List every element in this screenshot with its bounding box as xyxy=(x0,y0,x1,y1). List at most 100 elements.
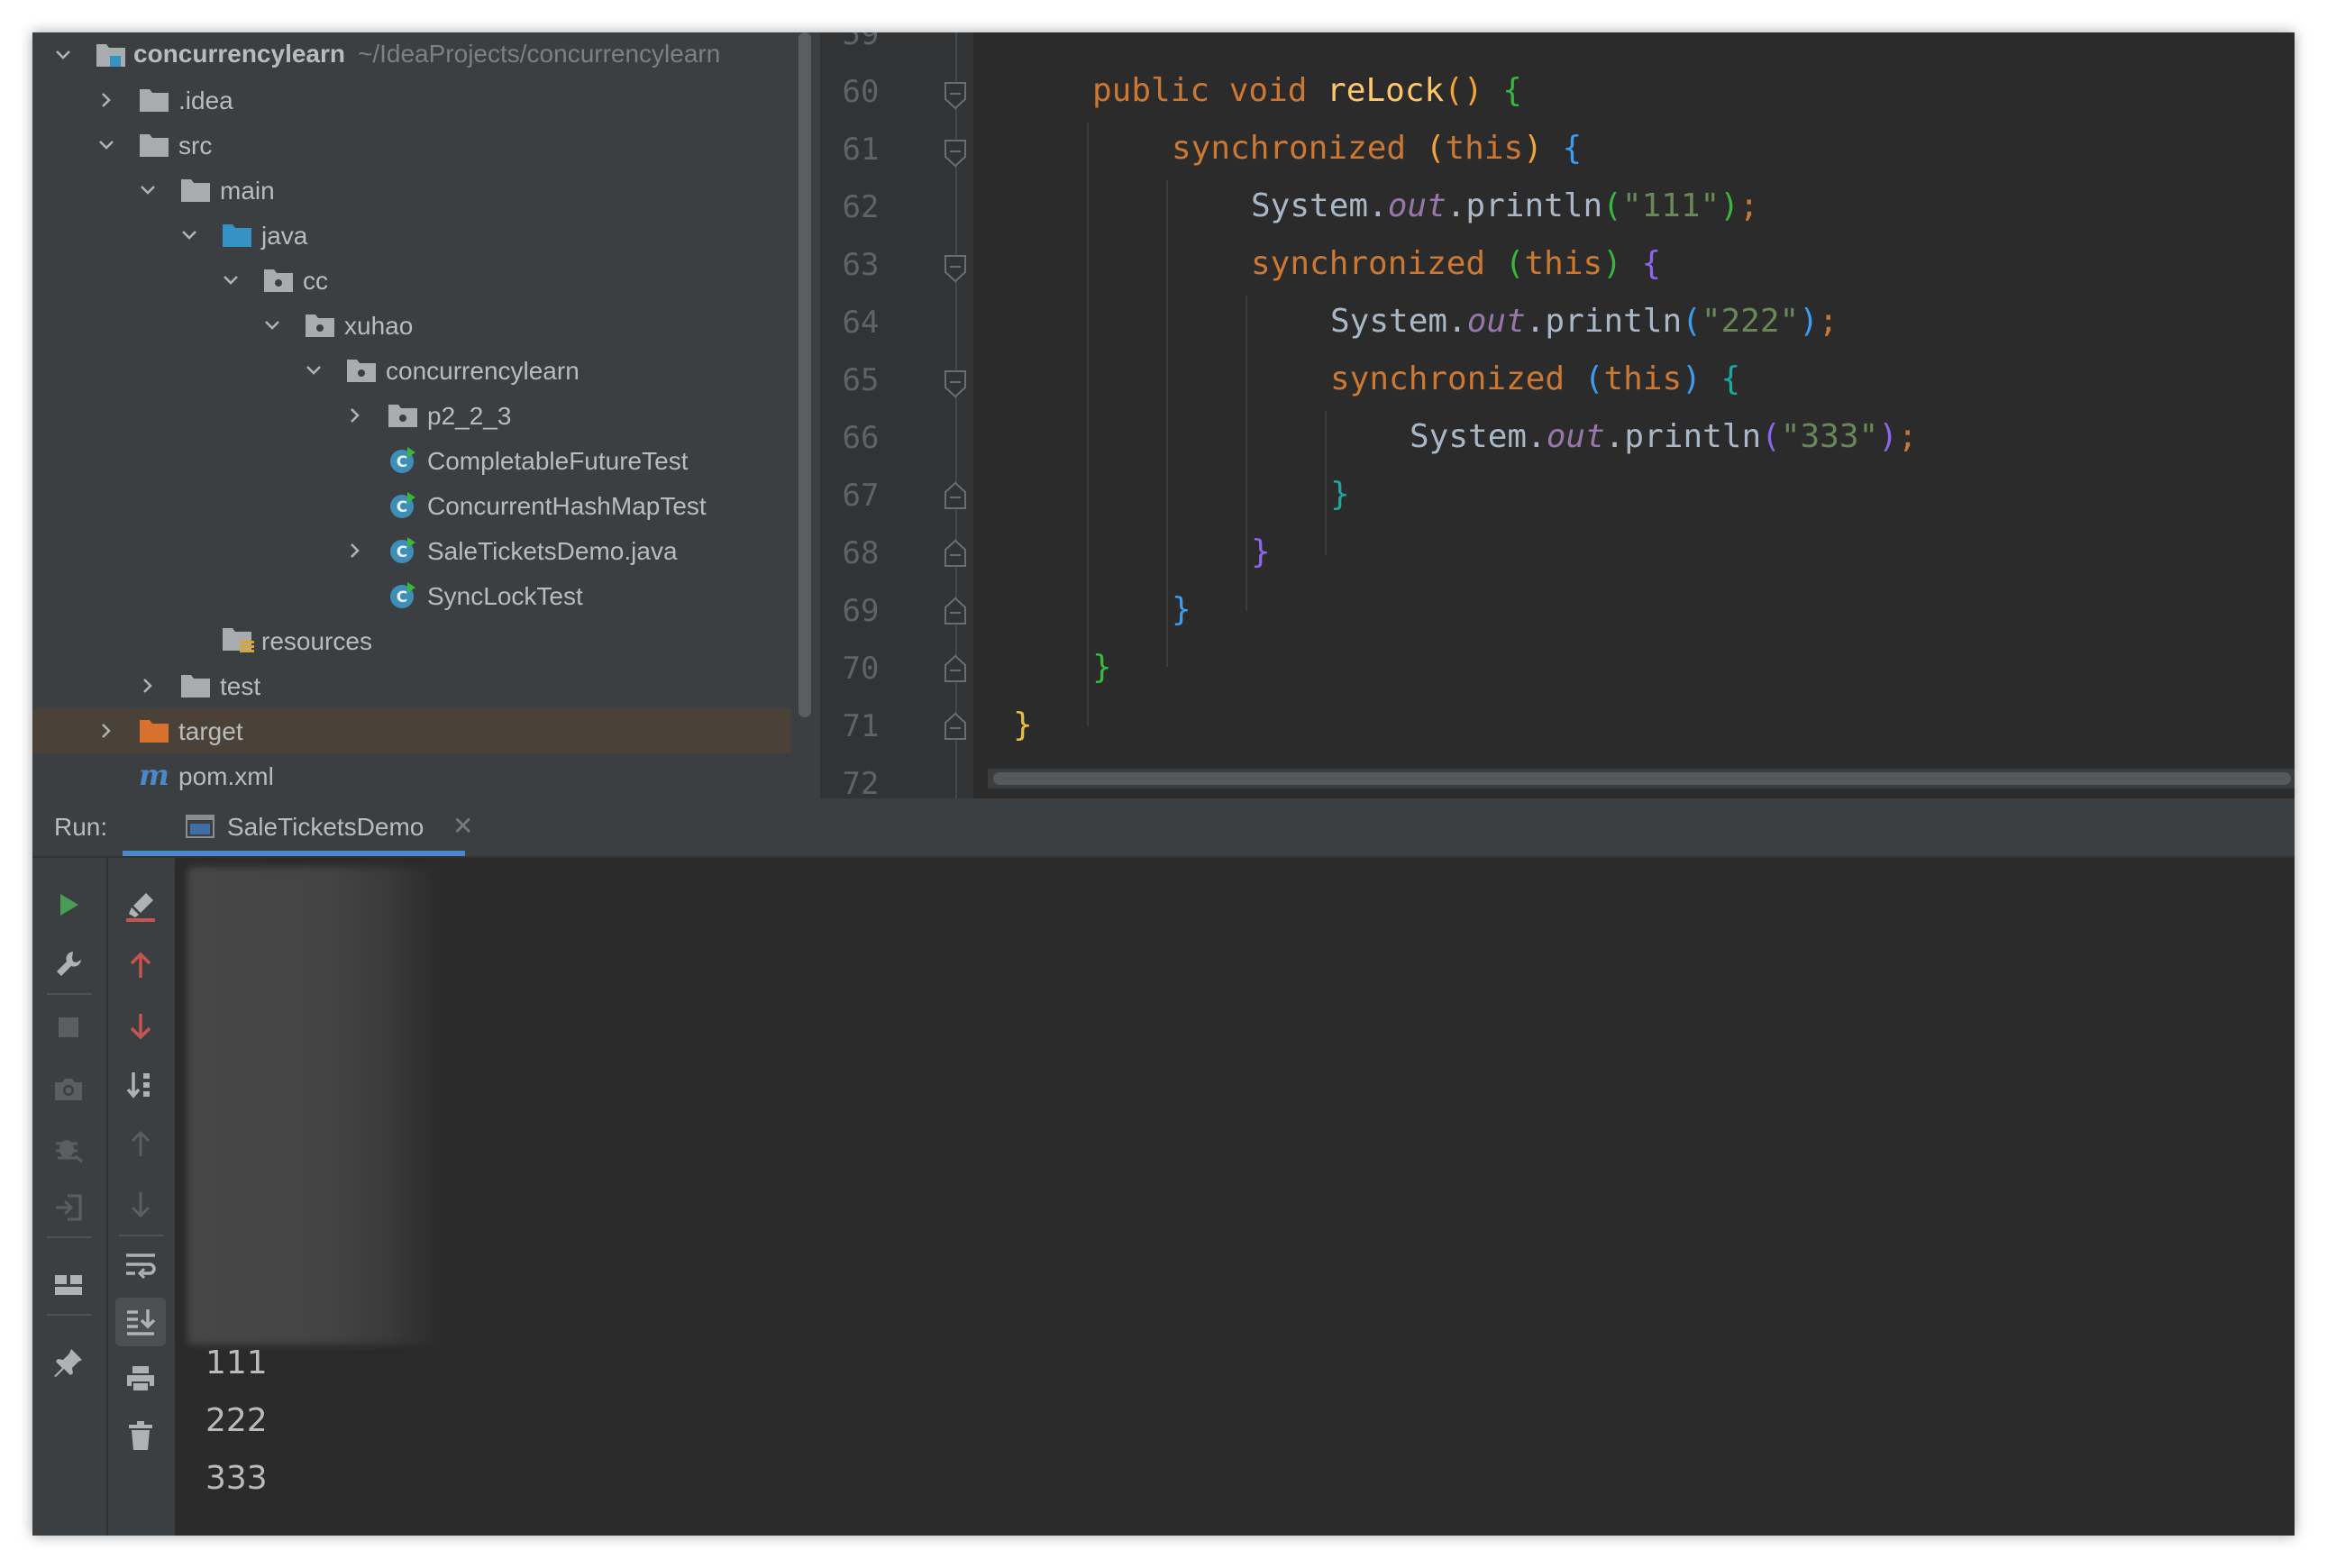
scroll-to-end-icon[interactable] xyxy=(115,1298,166,1346)
fold-close-icon[interactable] xyxy=(944,537,967,568)
code-line-68[interactable]: } xyxy=(1251,533,1271,570)
tree-item-idea[interactable]: .idea xyxy=(32,77,791,123)
code-line-66[interactable]: System.out.println("333"); xyxy=(1410,418,1918,455)
trash-icon[interactable] xyxy=(121,1417,160,1456)
scrollbar-thumb[interactable] xyxy=(798,32,811,717)
code-editor[interactable]: 59 60 61 62 63 64 65 66 67 68 69 70 71 7… xyxy=(820,32,2295,798)
fold-open-icon[interactable] xyxy=(944,81,967,112)
fold-open-icon[interactable] xyxy=(944,139,967,169)
login-icon[interactable] xyxy=(49,1188,88,1227)
next-occurrence-icon[interactable] xyxy=(121,1184,160,1224)
code-line-65[interactable]: synchronized (this) { xyxy=(1330,360,1740,397)
chevron-down-icon[interactable] xyxy=(178,224,200,246)
code-line-71[interactable]: } xyxy=(1013,707,1033,743)
tree-item-completablefuturetest[interactable]: C CompletableFutureTest xyxy=(32,438,791,483)
fold-close-icon[interactable] xyxy=(944,595,967,625)
tree-item-src[interactable]: src xyxy=(32,123,791,168)
tree-item-xuhao[interactable]: xuhao xyxy=(32,303,791,348)
tree-item-test[interactable]: test xyxy=(32,663,791,708)
code-paren: ( xyxy=(1602,187,1622,224)
code-line-61[interactable]: synchronized (this) { xyxy=(1172,130,1582,167)
print-icon[interactable] xyxy=(121,1359,160,1399)
chevron-down-icon[interactable] xyxy=(261,315,283,336)
fold-open-icon[interactable] xyxy=(944,254,967,285)
toolbar-separator xyxy=(47,1314,92,1316)
code-keyword: synchronized xyxy=(1330,360,1565,397)
chevron-down-icon[interactable] xyxy=(220,269,242,291)
editor-horizontal-scrollbar[interactable] xyxy=(988,769,2295,789)
tree-item-concurrenthashmaptest[interactable]: C ConcurrentHashMapTest xyxy=(32,483,791,528)
code-brace: { xyxy=(1720,360,1741,397)
tree-item-label: src xyxy=(178,132,213,160)
tree-item-label: resources xyxy=(261,627,372,655)
layout-icon[interactable] xyxy=(49,1265,88,1305)
camera-icon[interactable] xyxy=(49,1069,88,1108)
code-paren: ( xyxy=(1425,130,1446,167)
tree-item-saleticketsdemo[interactable]: C SaleTicketsDemo.java xyxy=(32,528,791,573)
tree-item-synclocktest[interactable]: C SyncLockTest xyxy=(32,573,791,618)
close-tab-icon[interactable]: ✕ xyxy=(452,811,473,841)
chevron-down-icon[interactable] xyxy=(137,179,159,201)
chevron-right-icon[interactable] xyxy=(344,540,366,561)
debug-bug-icon[interactable] xyxy=(49,1128,88,1168)
tree-item-label: main xyxy=(220,177,275,205)
tree-item-label: ConcurrentHashMapTest xyxy=(427,492,707,520)
code-line-60[interactable]: public void reLock() { xyxy=(1092,72,1522,109)
code-paren: ) xyxy=(1878,418,1898,455)
source-folder-icon xyxy=(222,221,252,250)
arrow-down-icon[interactable] xyxy=(121,1006,160,1045)
code-line-63[interactable]: synchronized (this) { xyxy=(1251,245,1661,282)
java-class-icon: C xyxy=(388,536,418,565)
chevron-right-icon[interactable] xyxy=(344,405,366,426)
tree-item-target[interactable]: target xyxy=(32,708,791,753)
code-line-64[interactable]: System.out.println("222"); xyxy=(1330,303,1839,340)
arrow-up-icon[interactable] xyxy=(121,946,160,986)
tree-item-resources[interactable]: resources xyxy=(32,618,791,663)
line-number: 63 xyxy=(842,247,880,283)
chevron-right-icon[interactable] xyxy=(96,89,117,111)
chevron-down-icon[interactable] xyxy=(96,134,117,156)
previous-occurrence-icon[interactable] xyxy=(121,1125,160,1164)
soft-wrap-icon[interactable] xyxy=(121,1245,160,1285)
chevron-down-icon[interactable] xyxy=(52,44,74,66)
tree-item-pom[interactable]: m pom.xml xyxy=(32,753,791,798)
chevron-right-icon[interactable] xyxy=(96,720,117,742)
tree-item-concurrencylearn[interactable]: concurrencylearn xyxy=(32,348,791,393)
tree-item-main[interactable]: main xyxy=(32,168,791,213)
code-line-67[interactable]: } xyxy=(1330,476,1350,513)
console-icon xyxy=(186,815,214,844)
scrollbar-thumb[interactable] xyxy=(993,772,2291,785)
code-paren: ) xyxy=(1523,130,1543,167)
wrench-icon[interactable] xyxy=(49,944,88,984)
fold-close-icon[interactable] xyxy=(944,479,967,510)
run-tab-saleticketsdemo[interactable]: SaleTicketsDemo ✕ xyxy=(123,798,473,856)
pin-icon[interactable] xyxy=(49,1343,88,1382)
line-number: 65 xyxy=(842,362,880,398)
fold-open-icon[interactable] xyxy=(944,369,967,400)
line-number: 67 xyxy=(842,478,880,514)
chevron-right-icon[interactable] xyxy=(137,675,159,697)
line-number: 64 xyxy=(842,305,880,341)
fold-close-icon[interactable] xyxy=(944,710,967,741)
sort-icon[interactable] xyxy=(121,1065,160,1105)
code-line-62[interactable]: System.out.println("111"); xyxy=(1251,187,1759,224)
code-line-69[interactable]: } xyxy=(1172,591,1191,628)
code-paren: ) xyxy=(1682,360,1702,397)
rerun-icon[interactable] xyxy=(49,885,88,925)
tree-item-label: java xyxy=(261,222,308,250)
svg-text:C: C xyxy=(397,543,407,561)
console-output[interactable]: 111 222 333 xyxy=(175,858,2295,1536)
tree-scrollbar[interactable] xyxy=(791,32,820,798)
clear-console-icon[interactable] xyxy=(121,887,160,926)
fold-close-icon[interactable] xyxy=(944,652,967,683)
stop-icon[interactable] xyxy=(49,1007,88,1047)
tree-item-java[interactable]: java xyxy=(32,213,791,258)
code-line-70[interactable]: } xyxy=(1092,649,1112,686)
chevron-down-icon[interactable] xyxy=(303,360,324,381)
line-number: 72 xyxy=(842,766,880,798)
tree-item-cc[interactable]: cc xyxy=(32,258,791,303)
tree-item-p2-2-3[interactable]: p2_2_3 xyxy=(32,393,791,438)
project-tree[interactable]: concurrencylearn ~/IdeaProjects/concurren… xyxy=(32,32,791,798)
tree-root-row[interactable]: concurrencylearn ~/IdeaProjects/concurren… xyxy=(32,32,791,77)
toolbar-separator xyxy=(119,1235,164,1236)
